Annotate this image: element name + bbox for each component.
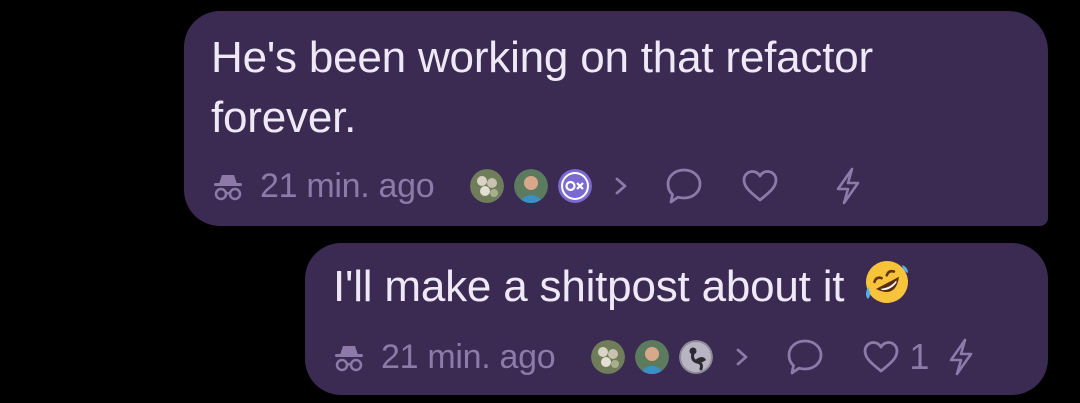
like-count: 1 — [909, 336, 930, 377]
lightning-icon[interactable] — [828, 166, 868, 206]
message-text: I'll make a shitpost about it — [333, 262, 857, 311]
message-thread: He's been working on that refactor forev… — [0, 0, 1080, 403]
rolling-on-floor-laughing-emoji — [862, 257, 912, 307]
message-text-row: I'll make a shitpost about it — [333, 257, 1033, 317]
message-actions — [664, 166, 868, 206]
message-bubble[interactable]: He's been working on that refactor forev… — [184, 11, 1048, 226]
timestamp: 21 min. ago — [381, 337, 556, 376]
reactor-avatars[interactable] — [591, 340, 755, 374]
avatar-ox-icon — [558, 169, 593, 203]
incognito-icon — [331, 339, 367, 375]
speech-bubble-icon[interactable] — [664, 166, 704, 206]
message-meta: 21 min. ago — [331, 335, 981, 379]
speech-bubble-icon[interactable] — [785, 337, 825, 377]
timestamp: 21 min. ago — [260, 166, 435, 205]
avatar-flower-icon — [591, 340, 626, 374]
lightning-icon[interactable] — [941, 337, 981, 377]
message-bubble[interactable]: I'll make a shitpost about it 21 min. ag… — [305, 243, 1048, 395]
message-text: He's been working on that refactor forev… — [211, 33, 873, 142]
message-actions: 1 — [785, 336, 981, 378]
reactor-avatars[interactable] — [470, 169, 634, 203]
chevron-right-icon[interactable] — [608, 171, 634, 201]
avatar-bird-icon — [679, 340, 714, 374]
heart-icon[interactable] — [861, 337, 901, 377]
chevron-right-icon[interactable] — [729, 342, 755, 372]
avatar-person-icon — [514, 169, 549, 203]
avatar-person-icon — [635, 340, 670, 374]
incognito-icon — [210, 168, 246, 204]
heart-icon[interactable] — [740, 166, 780, 206]
avatar-flower-icon — [470, 169, 505, 203]
message-meta: 21 min. ago — [210, 164, 868, 208]
